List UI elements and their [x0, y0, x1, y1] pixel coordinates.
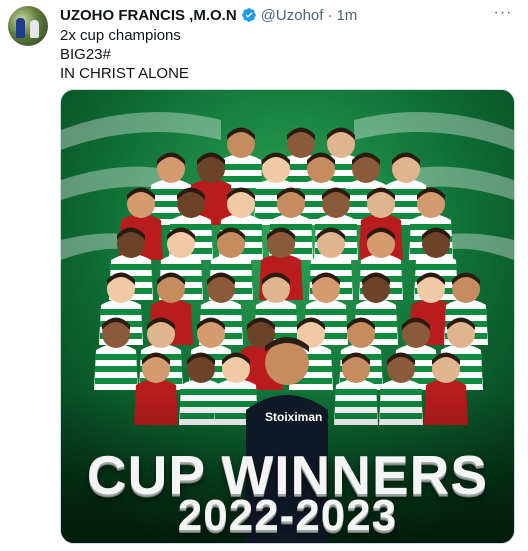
- verified-badge-icon: [241, 8, 256, 22]
- avatar-figure: [30, 20, 39, 38]
- more-options-icon[interactable]: ···: [492, 4, 514, 22]
- media-season: 2022-2023: [177, 491, 398, 540]
- sponsor-text: Stoiximan: [265, 410, 323, 424]
- tweet-text-line[interactable]: BIG23#: [60, 45, 189, 64]
- author-name[interactable]: UZOHO FRANCIS ,M.O.N: [60, 7, 237, 24]
- author-handle[interactable]: @Uzohof: [261, 7, 324, 24]
- tweet-media-image[interactable]: Stoiximan CUP WINNERS 2022-2023: [60, 89, 515, 544]
- tweet-header: UZOHO FRANCIS ,M.O.N @Uzohof · 1m: [60, 6, 488, 24]
- author-avatar[interactable]: [8, 6, 48, 46]
- tweet-text-line: 2x cup champions: [60, 27, 181, 44]
- separator-dot: ·: [327, 6, 333, 24]
- avatar-figure: [16, 18, 25, 38]
- tweet-text-line: IN CHRIST ALONE: [60, 65, 189, 82]
- tweet-text: 2x cup champions BIG23# IN CHRIST ALONE: [60, 26, 189, 83]
- tweet-timestamp[interactable]: 1m: [336, 7, 357, 24]
